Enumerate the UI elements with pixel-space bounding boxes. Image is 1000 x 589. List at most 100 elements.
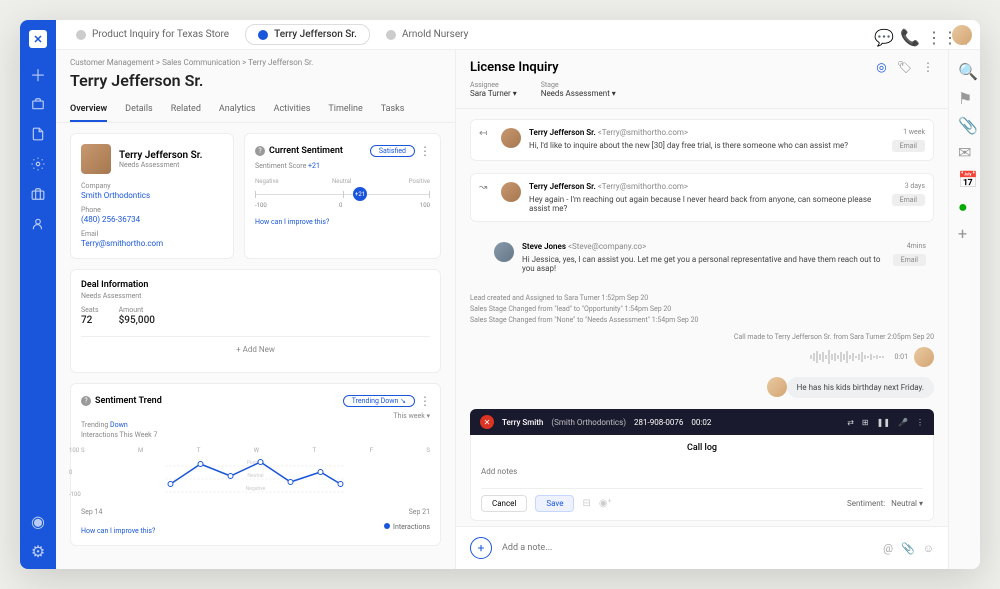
breadcrumb: Customer Management > Sales Communicatio… [56, 50, 455, 71]
add-note-input[interactable] [502, 543, 873, 553]
tab-terry-jefferson[interactable]: Terry Jefferson Sr. [245, 24, 370, 45]
target-icon[interactable]: ◎ [876, 60, 886, 74]
msg-from-email: <Steve@company.co> [568, 242, 646, 251]
calendar-icon[interactable]: 📅 [958, 170, 971, 183]
conv-body: ↤ Terry Jefferson Sr. <Terry@smithortho.… [456, 109, 948, 526]
sentiment-score-label: Sentiment Score +21 [255, 162, 430, 170]
sub-tab-tasks[interactable]: Tasks [381, 98, 405, 122]
activity-item: Sales Stage Changed from "lead" to "Oppo… [470, 304, 934, 315]
emoji-icon[interactable]: ☺ [923, 542, 934, 555]
mention-icon[interactable]: @ [883, 542, 893, 555]
call-log-panel: Call log Cancel Save ⊟ ◉⁺ Sentiment: Neu… [470, 435, 934, 521]
sub-tab-analytics[interactable]: Analytics [219, 98, 256, 122]
mute-icon[interactable]: 🎤 [898, 418, 908, 427]
content-split: Customer Management > Sales Communicatio… [56, 50, 980, 569]
sentiment-badge: Satisfied [370, 145, 415, 157]
tag-icon[interactable]: 🏷 [897, 60, 912, 74]
user-avatar[interactable] [952, 25, 972, 45]
email-label: Email [81, 230, 223, 238]
attach-icon[interactable]: 📎 [958, 116, 971, 129]
sub-tab-activities[interactable]: Activities [274, 98, 311, 122]
company-value[interactable]: Smith Orthodontics [81, 191, 223, 200]
settings-icon[interactable]: ⚙ [30, 543, 46, 559]
email-button[interactable]: Email [892, 140, 925, 152]
assignee-label: Assignee [470, 81, 517, 89]
stage-select[interactable]: Needs Assessment ▾ [541, 89, 616, 98]
call-phone: 281-908-0076 [634, 418, 683, 427]
transfer-icon[interactable]: ⇄ [847, 418, 854, 427]
activity-item: Sales Stage Changed from "None" to "Need… [470, 315, 934, 326]
help-icon[interactable]: ◉ [30, 513, 46, 529]
deal-title: Deal Information [81, 280, 430, 290]
tool-icon[interactable]: ◉⁺ [599, 498, 612, 509]
sub-tab-related[interactable]: Related [171, 98, 201, 122]
document-icon[interactable] [30, 126, 46, 142]
status-icon[interactable]: ● [958, 197, 971, 210]
mail-icon[interactable]: ✉ [958, 143, 971, 156]
user-icon[interactable] [30, 216, 46, 232]
tab-product-inquiry[interactable]: Product Inquiry for Texas Store [64, 25, 241, 44]
stage-label: Stage [541, 81, 616, 89]
email-button[interactable]: Email [892, 194, 925, 206]
keypad-icon[interactable]: ⊞ [862, 418, 869, 427]
email-button[interactable]: Email [893, 254, 926, 266]
sentiment-gauge: Negative Neutral Positive +21 -100 0 100 [255, 176, 430, 214]
more-icon[interactable]: ⋮ [916, 418, 924, 427]
reply-icon: ↝ [479, 182, 493, 213]
flag-icon[interactable]: ⚑ [958, 89, 971, 102]
more-icon[interactable]: ⋮ [922, 60, 934, 74]
pause-icon[interactable]: ❚❚ [877, 418, 890, 427]
save-button[interactable]: Save [535, 495, 574, 512]
app-logo[interactable]: ✕ [29, 30, 47, 48]
tab-label: Product Inquiry for Texas Store [92, 29, 229, 40]
add-button[interactable]: + [470, 537, 492, 559]
call-notes-input[interactable] [481, 463, 923, 480]
phone-label: Phone [81, 206, 223, 214]
add-icon[interactable]: + [958, 224, 971, 237]
email-value[interactable]: Terry@smithortho.com [81, 239, 223, 248]
briefcase-icon[interactable] [30, 186, 46, 202]
header-actions: 💬 📞 ⋮⋮⋮ [874, 25, 972, 45]
trend-card: ? Sentiment Trend Trending Down ↘ ⋮ Tren… [70, 383, 441, 546]
plus-icon[interactable]: ＋ [30, 66, 46, 82]
tab-arnold-nursery[interactable]: Arnold Nursery [374, 25, 480, 44]
sub-tab-timeline[interactable]: Timeline [328, 98, 362, 122]
app-window: ✕ ＋ ◉ ⚙ Product Inquiry for Texas Store … [20, 20, 980, 569]
amount-value: $95,000 [119, 315, 155, 326]
hangup-icon[interactable]: ✕ [480, 415, 494, 429]
note-avatar [767, 377, 787, 397]
left-panel: Customer Management > Sales Communicatio… [56, 50, 456, 569]
sentiment-select[interactable]: Neutral ▾ [891, 499, 923, 508]
attach-icon[interactable]: 📎 [901, 542, 915, 555]
msg-time: 3 days [905, 182, 925, 190]
phone-icon[interactable]: 📞 [900, 28, 914, 42]
gauge-max: 100 [420, 202, 430, 209]
assignee-select[interactable]: Sara Turner ▾ [470, 89, 517, 98]
chat-icon[interactable]: 💬 [874, 28, 888, 42]
call-made-log: Call made to Terry Jefferson Sr. from Sa… [470, 333, 934, 341]
sub-tab-overview[interactable]: Overview [70, 98, 107, 122]
add-new-button[interactable]: + Add New [81, 336, 430, 362]
help-icon[interactable]: ? [255, 146, 265, 156]
gear-icon[interactable] [30, 156, 46, 172]
cancel-button[interactable]: Cancel [481, 495, 527, 512]
help-icon[interactable]: ? [81, 396, 91, 406]
more-icon[interactable]: ⋮ [419, 144, 430, 158]
tab-label: Terry Jefferson Sr. [274, 29, 357, 40]
msg-from-name: Terry Jefferson Sr. [529, 182, 596, 191]
improve-link[interactable]: How can I improve this? [255, 218, 430, 226]
call-waveform: 0:01 [470, 347, 934, 367]
nav-sidebar: ✕ ＋ ◉ ⚙ [20, 20, 56, 569]
phone-value[interactable]: (480) 256-36734 [81, 215, 223, 224]
home-icon[interactable] [30, 96, 46, 112]
search-icon[interactable]: 🔍 [958, 62, 971, 75]
sub-tab-details[interactable]: Details [125, 98, 153, 122]
msg-avatar [494, 242, 514, 262]
improve-link[interactable]: How can I improve this? [81, 527, 155, 535]
more-icon[interactable]: ⋮ [419, 394, 430, 408]
grid-icon[interactable]: ⋮⋮⋮ [926, 28, 940, 42]
this-week-select[interactable]: This week ▾ [393, 412, 430, 420]
sentiment-label: Sentiment: [847, 499, 885, 508]
msg-avatar [501, 128, 521, 148]
tool-icon[interactable]: ⊟ [582, 498, 590, 509]
